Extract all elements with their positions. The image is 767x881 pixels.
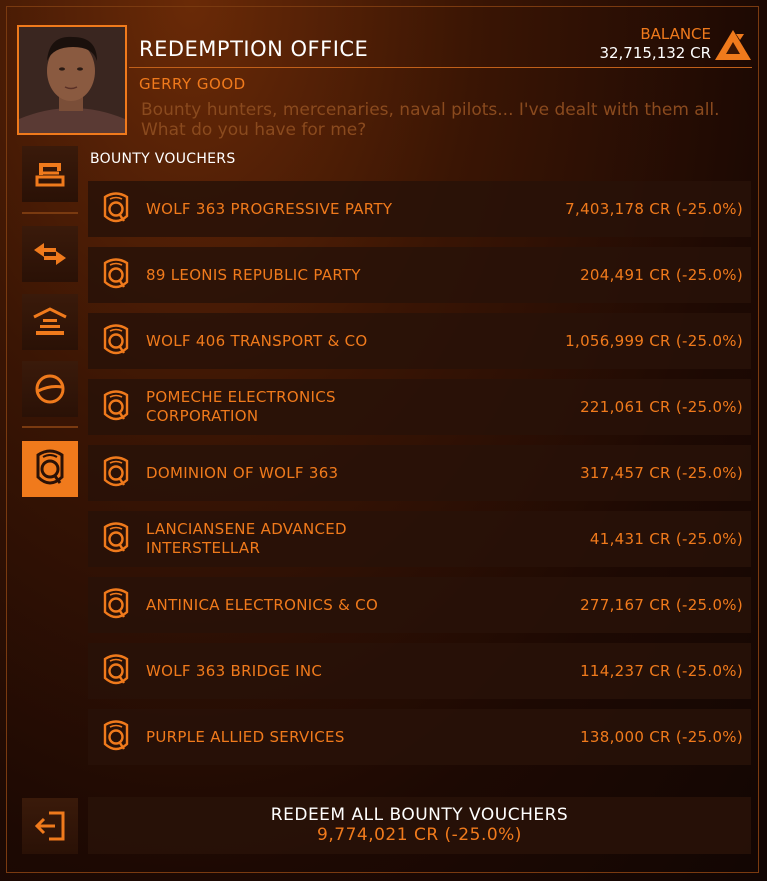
voucher-faction-name: ANTINICA ELECTRONICS & CO	[146, 595, 379, 614]
bounty-badge-icon	[103, 390, 129, 421]
voucher-row[interactable]: POMECHE ELECTRONICS CORPORATION 221,061 C…	[88, 379, 751, 435]
voucher-amount: 1,056,999 CR (-25.0%)	[565, 332, 743, 350]
nav-stage-button[interactable]	[22, 294, 78, 350]
bounty-badge-icon	[103, 192, 129, 223]
vouchers-stack-icon	[35, 163, 65, 187]
bounty-badge-icon	[103, 522, 129, 553]
bounty-badge-icon	[36, 449, 64, 485]
stage-ramp-icon	[33, 307, 67, 335]
voucher-row[interactable]: LANCIANSENE ADVANCED INTERSTELLAR 41,431 …	[88, 511, 751, 567]
voucher-faction-name: LANCIANSENE ADVANCED INTERSTELLAR	[146, 520, 347, 557]
nav-divider	[22, 212, 78, 214]
redemption-office-panel: REDEMPTION OFFICE BALANCE 32,715,132 CR …	[0, 0, 767, 881]
voucher-faction-name: WOLF 363 BRIDGE INC	[146, 661, 323, 680]
redeem-all-button[interactable]: REDEEM ALL BOUNTY VOUCHERS 9,774,021 CR …	[88, 797, 751, 854]
voucher-faction-name: POMECHE ELECTRONICS CORPORATION	[146, 388, 336, 425]
nav-bounty-button[interactable]	[22, 441, 78, 497]
voucher-row[interactable]: WOLF 406 TRANSPORT & CO 1,056,999 CR (-25…	[88, 313, 751, 369]
voucher-amount: 317,457 CR (-25.0%)	[580, 464, 743, 482]
voucher-amount: 41,431 CR (-25.0%)	[589, 530, 743, 548]
voucher-amount: 204,491 CR (-25.0%)	[580, 266, 743, 284]
voucher-row[interactable]: PURPLE ALLIED SERVICES 138,000 CR (-25.0%…	[88, 709, 751, 765]
bounty-badge-icon	[103, 654, 129, 685]
voucher-amount: 221,061 CR (-25.0%)	[580, 398, 743, 416]
redeem-all-label: REDEEM ALL BOUNTY VOUCHERS	[270, 805, 569, 825]
triangle-faction-icon	[714, 28, 752, 62]
voucher-row[interactable]: WOLF 363 BRIDGE INC 114,237 CR (-25.0%)	[88, 643, 751, 699]
voucher-row[interactable]: WOLF 363 PROGRESSIVE PARTY 7,403,178 CR (…	[88, 181, 751, 237]
contact-quote: Bounty hunters, mercenaries, naval pilot…	[141, 100, 720, 140]
bounty-badge-icon	[103, 324, 129, 355]
voucher-faction-name: PURPLE ALLIED SERVICES	[146, 727, 345, 746]
section-label: BOUNTY VOUCHERS	[90, 151, 236, 167]
nav-vouchers-button[interactable]	[22, 146, 78, 202]
contact-name: GERRY GOOD	[139, 75, 246, 93]
nav-transfer-button[interactable]	[22, 226, 78, 282]
voucher-amount: 277,167 CR (-25.0%)	[580, 596, 743, 614]
bounty-badge-icon	[103, 588, 129, 619]
voucher-amount: 114,237 CR (-25.0%)	[580, 662, 743, 680]
bounty-badge-icon	[103, 720, 129, 751]
voucher-row[interactable]: 89 LEONIS REPUBLIC PARTY 204,491 CR (-25.…	[88, 247, 751, 303]
redeem-all-amount: 9,774,021 CR (-25.0%)	[317, 825, 522, 845]
voucher-amount: 138,000 CR (-25.0%)	[580, 728, 743, 746]
nav-orbit-button[interactable]	[22, 361, 78, 417]
header-divider	[129, 67, 752, 68]
transfer-arrows-icon	[34, 243, 66, 265]
nav-divider	[22, 426, 78, 428]
voucher-amount: 7,403,178 CR (-25.0%)	[565, 200, 743, 218]
voucher-faction-name: WOLF 406 TRANSPORT & CO	[146, 331, 368, 350]
contact-portrait	[17, 25, 127, 135]
voucher-row[interactable]: DOMINION OF WOLF 363 317,457 CR (-25.0%)	[88, 445, 751, 501]
exit-door-icon	[34, 811, 65, 841]
voucher-faction-name: WOLF 363 PROGRESSIVE PARTY	[146, 199, 393, 218]
bounty-badge-icon	[103, 456, 129, 487]
voucher-row[interactable]: ANTINICA ELECTRONICS & CO 277,167 CR (-25…	[88, 577, 751, 633]
exit-button[interactable]	[22, 798, 78, 854]
balance-value: 32,715,132 CR	[599, 44, 711, 62]
bounty-badge-icon	[103, 258, 129, 289]
page-title: REDEMPTION OFFICE	[139, 37, 369, 61]
voucher-faction-name: DOMINION OF WOLF 363	[146, 463, 339, 482]
balance-label: BALANCE	[640, 25, 711, 43]
orbit-circle-icon	[35, 374, 65, 404]
voucher-faction-name: 89 LEONIS REPUBLIC PARTY	[146, 265, 361, 284]
